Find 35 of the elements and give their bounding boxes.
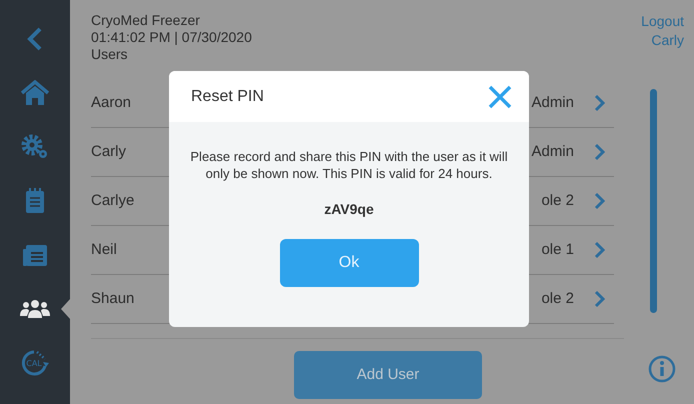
gears-icon[interactable]	[21, 134, 49, 160]
notepad-icon[interactable]	[25, 188, 45, 214]
chevron-right-icon[interactable]	[594, 290, 605, 308]
add-user-button[interactable]: Add User	[294, 351, 482, 399]
user-name: Shaun	[91, 288, 134, 309]
user-name: Neil	[91, 240, 117, 260]
chevron-right-icon[interactable]	[594, 143, 605, 161]
pin-code: zAV9qe	[324, 200, 374, 219]
user-role: Admin	[531, 92, 574, 113]
back-icon[interactable]	[27, 27, 43, 51]
info-icon[interactable]	[648, 355, 676, 383]
chevron-right-icon[interactable]	[594, 192, 605, 210]
ok-button[interactable]: Ok	[280, 239, 418, 287]
datetime-text: 01:41:02 PM | 07/30/2020	[91, 29, 252, 46]
page-title: Users	[91, 46, 129, 63]
calendar-list-icon[interactable]	[22, 243, 48, 267]
user-role: ole 2	[541, 288, 574, 309]
user-name: Aaron	[91, 92, 132, 113]
close-icon[interactable]	[487, 84, 513, 110]
chevron-right-icon[interactable]	[594, 241, 605, 259]
home-icon[interactable]	[20, 80, 50, 106]
selection-pointer	[61, 298, 71, 320]
user-name: Carly	[650, 31, 684, 50]
user-name: Carlye	[91, 190, 134, 211]
user-role: ole 1	[541, 240, 574, 260]
app-title: CryoMed Freezer	[91, 12, 201, 29]
dialog-title: Reset PIN	[191, 86, 264, 106]
chevron-right-icon[interactable]	[594, 94, 605, 112]
user-role: Admin	[531, 142, 574, 162]
users-icon[interactable]	[20, 299, 50, 319]
logout-link[interactable]: Logout	[641, 12, 684, 31]
scrollbar[interactable]	[650, 89, 657, 313]
user-role: ole 2	[541, 190, 574, 211]
dialog-message: Please record and share this PIN with the user as it will only be shown now. This PIN is valid for 24 hours.	[189, 148, 509, 182]
user-name: Carly	[91, 142, 126, 162]
